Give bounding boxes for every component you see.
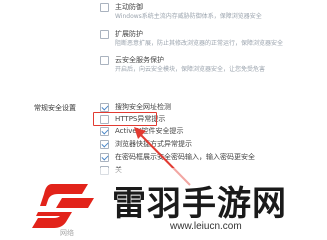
watermark-url: www.leiucn.com	[170, 221, 242, 232]
watermark-logo-icon	[32, 184, 94, 228]
browser-security-settings: 主动防御 Windows系统主流内存威胁防御体系，保障浏览器安全 扩展防护 阻断…	[0, 0, 327, 240]
watermark: 雷羽手游网 www.leiucn.com	[12, 168, 327, 240]
watermark-title: 雷羽手游网	[112, 184, 287, 224]
